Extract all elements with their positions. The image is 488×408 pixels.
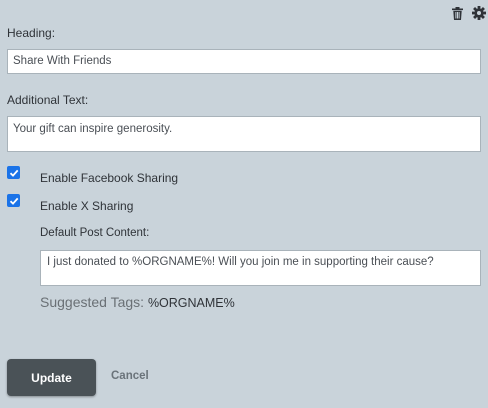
- x-sharing-checkbox[interactable]: [7, 194, 20, 207]
- gear-icon[interactable]: [472, 6, 486, 20]
- default-post-content-input[interactable]: I just donated to %ORGNAME%! Will you jo…: [40, 250, 481, 286]
- x-sharing-label: Enable X Sharing: [40, 199, 134, 213]
- check-icon: [9, 169, 18, 177]
- suggested-tags: Suggested Tags: %ORGNAME%: [40, 294, 235, 310]
- default-post-content-label: Default Post Content:: [40, 227, 150, 239]
- heading-input[interactable]: Share With Friends: [7, 49, 481, 74]
- suggested-tag-value: %ORGNAME%: [147, 296, 235, 310]
- cancel-button[interactable]: Cancel: [111, 370, 149, 382]
- facebook-sharing-label: Enable Facebook Sharing: [40, 171, 179, 185]
- trash-icon[interactable]: [450, 6, 464, 20]
- suggested-tags-label: Suggested Tags:: [40, 294, 145, 310]
- facebook-sharing-checkbox[interactable]: [7, 166, 20, 179]
- additional-text-label: Additional Text:: [7, 93, 89, 107]
- check-icon: [9, 197, 18, 205]
- update-button[interactable]: Update: [7, 359, 96, 396]
- additional-text-input[interactable]: Your gift can inspire generosity.: [7, 116, 481, 152]
- heading-label: Heading:: [7, 26, 56, 40]
